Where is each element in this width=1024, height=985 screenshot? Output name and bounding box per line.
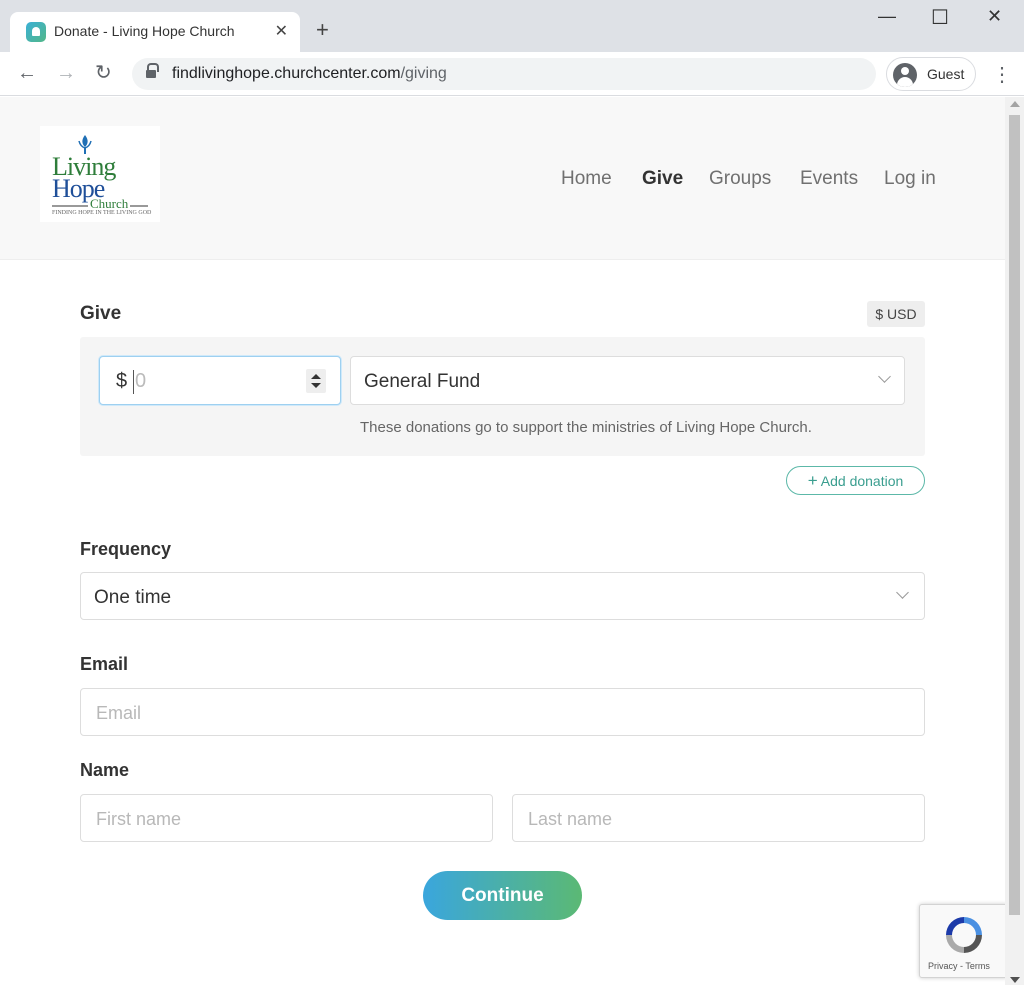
nav-home[interactable]: Home [561, 168, 612, 190]
reload-icon[interactable]: ↻ [95, 62, 112, 84]
give-title: Give [80, 303, 122, 324]
nav-groups[interactable]: Groups [709, 168, 771, 190]
profile-button[interactable]: Guest [886, 57, 976, 91]
forward-arrow-icon[interactable]: → [56, 62, 76, 84]
first-name-placeholder: First name [96, 809, 182, 829]
currency-badge: $ USD [867, 301, 925, 327]
back-arrow-icon[interactable]: ← [17, 62, 37, 84]
donation-panel: $ 0 General Fund These donations go to s… [80, 337, 925, 456]
amount-stepper[interactable] [306, 369, 326, 393]
logo-tagline: FINDING HOPE IN THE LIVING GOD [52, 210, 152, 216]
page-viewport: Living Hope Church FINDING HOPE IN THE L… [0, 97, 1005, 985]
stepper-up-icon[interactable] [311, 374, 321, 379]
email-label: Email [80, 654, 129, 674]
nav-login[interactable]: Log in [884, 168, 936, 190]
church-logo[interactable]: Living Hope Church FINDING HOPE IN THE L… [40, 126, 160, 222]
last-name-placeholder: Last name [528, 809, 613, 829]
frequency-select-value: One time [94, 587, 172, 608]
email-field[interactable]: Email [80, 688, 925, 736]
scrollbar-thumb[interactable] [1009, 115, 1020, 915]
url-path: /giving [400, 65, 447, 82]
maximize-icon[interactable]: ☐ [931, 5, 949, 30]
close-window-icon[interactable]: ✕ [987, 6, 1002, 27]
browser-tabstrip: Donate - Living Hope Church ✕ + — ☐ ✕ [0, 0, 1024, 52]
stepper-down-icon[interactable] [311, 383, 321, 388]
tab-close-icon[interactable]: ✕ [275, 21, 288, 41]
add-donation-button[interactable]: + Add donation [786, 466, 925, 495]
logo-divider-right [130, 205, 148, 207]
last-name-field[interactable]: Last name [512, 794, 925, 842]
fund-select[interactable]: General Fund [350, 356, 905, 405]
lock-icon [146, 63, 159, 79]
recaptcha-icon [942, 913, 986, 957]
add-donation-label: Add donation [820, 473, 904, 489]
url-text: findlivinghope.churchcenter.com/giving [172, 65, 447, 83]
nav-events[interactable]: Events [800, 168, 858, 190]
scroll-down-arrow-icon[interactable] [1010, 977, 1020, 983]
tab-title: Donate - Living Hope Church [54, 23, 235, 39]
page-scrollbar[interactable] [1005, 97, 1024, 985]
name-label: Name [80, 760, 130, 780]
dollar-sign: $ [116, 370, 128, 392]
text-caret [133, 370, 134, 394]
profile-label: Guest [927, 66, 965, 82]
frequency-select[interactable]: One time [80, 572, 925, 620]
email-placeholder: Email [96, 703, 142, 723]
avatar-icon [893, 63, 917, 87]
recaptcha-links[interactable]: Privacy - Terms [928, 961, 990, 971]
frequency-label: Frequency [80, 539, 172, 559]
amount-input[interactable]: $ 0 [99, 356, 341, 405]
fund-description: These donations go to support the minist… [360, 419, 812, 436]
continue-button[interactable]: Continue [423, 871, 582, 920]
browser-menu-icon[interactable]: ⋮ [992, 62, 1012, 87]
browser-toolbar: ← → ↻ findlivinghope.churchcenter.com/gi… [0, 52, 1024, 96]
new-tab-button[interactable]: + [316, 17, 329, 43]
plus-icon: + [807, 471, 818, 490]
site-header: Living Hope Church FINDING HOPE IN THE L… [0, 97, 1005, 260]
church-center-favicon-icon [26, 22, 46, 42]
logo-divider [52, 205, 88, 207]
fund-select-value: General Fund [364, 371, 481, 392]
address-bar[interactable]: findlivinghope.churchcenter.com/giving [132, 58, 876, 90]
recaptcha-badge[interactable]: Privacy - Terms [919, 904, 1005, 978]
nav-give[interactable]: Give [642, 168, 683, 190]
amount-placeholder: 0 [135, 370, 147, 392]
browser-tab[interactable]: Donate - Living Hope Church ✕ [10, 12, 300, 52]
minimize-icon[interactable]: — [878, 6, 896, 27]
first-name-field[interactable]: First name [80, 794, 493, 842]
chevron-down-icon [896, 586, 909, 599]
scroll-up-arrow-icon[interactable] [1010, 101, 1020, 107]
chevron-down-icon [878, 370, 891, 383]
url-host: findlivinghope.churchcenter.com [172, 65, 401, 82]
